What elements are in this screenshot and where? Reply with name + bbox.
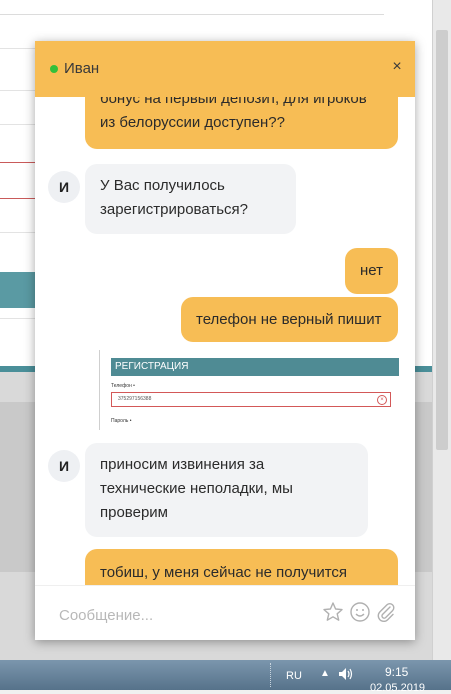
language-indicator[interactable]: RU bbox=[286, 670, 302, 682]
message-line: приносим извинения за bbox=[100, 456, 265, 473]
user-message: тобиш, у меня сейчас не получится bbox=[85, 549, 398, 585]
taskbar: RU ▲ 9:15 02.05.2019 bbox=[0, 660, 451, 694]
message-line: технические неполадки, мы bbox=[100, 480, 293, 497]
clock-date[interactable]: 02.05.2019 bbox=[370, 682, 425, 694]
clock-time[interactable]: 9:15 bbox=[385, 665, 408, 679]
message-line: бонус на первый депозит, для игроков bbox=[100, 97, 367, 107]
message-line: телефон не верный пишит bbox=[196, 311, 382, 328]
volume-icon[interactable] bbox=[338, 667, 354, 684]
agent-message: приносим извинения за технические непола… bbox=[85, 443, 368, 537]
user-message: нет bbox=[345, 248, 398, 294]
screenshot-border bbox=[99, 350, 100, 430]
message-line: тобиш, у меня сейчас не получится bbox=[100, 564, 348, 581]
user-message: бонус на первый депозит, для игроков из … bbox=[85, 97, 398, 149]
message-input[interactable] bbox=[57, 603, 321, 627]
online-status-icon bbox=[50, 65, 58, 73]
star-icon[interactable] bbox=[321, 600, 345, 624]
taskbar-separator bbox=[270, 663, 277, 687]
screenshot-header: РЕГИСТРАЦИЯ bbox=[111, 358, 399, 376]
page-scrollbar[interactable] bbox=[432, 0, 451, 660]
chat-header: Иван × bbox=[35, 41, 415, 97]
message-line: У Вас получилось bbox=[100, 177, 225, 194]
clear-icon: × bbox=[377, 395, 387, 405]
message-line: нет bbox=[360, 262, 383, 279]
paperclip-icon[interactable] bbox=[374, 600, 398, 624]
user-message: телефон не верный пишит bbox=[181, 297, 398, 342]
screenshot-phone-label: Телефон • bbox=[111, 383, 135, 389]
chat-window: Иван × бонус на первый депозит, для игро… bbox=[35, 41, 415, 640]
message-line: проверим bbox=[100, 504, 168, 521]
screenshot-phone-value: 375297156388 bbox=[118, 396, 152, 402]
agent-avatar: И bbox=[48, 450, 80, 482]
message-line: из белоруссии доступен?? bbox=[100, 114, 285, 131]
background-teal-button bbox=[0, 272, 36, 308]
smile-icon[interactable] bbox=[348, 600, 372, 624]
agent-message: У Вас получилось зарегистрироваться? bbox=[85, 164, 296, 234]
agent-avatar: И bbox=[48, 171, 80, 203]
agent-name: Иван bbox=[64, 60, 100, 77]
attached-screenshot[interactable]: РЕГИСТРАЦИЯ Телефон • 375297156388 × Пар… bbox=[99, 350, 399, 430]
scrollbar-thumb[interactable] bbox=[436, 30, 448, 450]
screenshot-password-label: Пароль • bbox=[111, 418, 132, 424]
show-hidden-icons-icon[interactable]: ▲ bbox=[320, 668, 330, 679]
screenshot-phone-field: 375297156388 × bbox=[111, 392, 391, 407]
message-list[interactable]: бонус на первый депозит, для игроков из … bbox=[35, 97, 415, 585]
close-chat-button[interactable]: × bbox=[388, 58, 406, 78]
message-composer bbox=[35, 585, 415, 640]
message-line: зарегистрироваться? bbox=[100, 201, 248, 218]
